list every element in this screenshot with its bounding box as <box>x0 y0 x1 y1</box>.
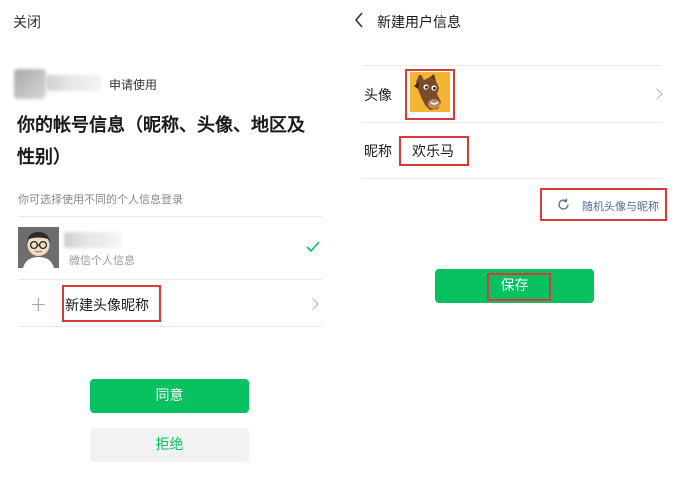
highlight-box <box>540 188 667 221</box>
page-title: 你的帐号信息（昵称、头像、地区及性别） <box>17 115 305 168</box>
profile-row[interactable] <box>18 227 59 268</box>
app-icon <box>14 69 46 99</box>
close-button[interactable]: 关闭 <box>13 12 41 32</box>
nickname-label: 昵称 <box>364 144 392 160</box>
nickname-blurred <box>64 232 122 248</box>
profile-caption: 微信个人信息 <box>69 254 135 267</box>
subtitle: 你可选择使用不同的个人信息登录 <box>18 193 183 206</box>
page-title: 新建用户信息 <box>377 15 461 31</box>
divider <box>362 178 662 179</box>
chevron-right-icon <box>307 298 319 310</box>
divider <box>18 216 322 217</box>
reject-button[interactable]: 拒绝 <box>90 428 249 462</box>
divider <box>18 279 322 280</box>
new-user-info-panel: 新建用户信息 头像 昵称 欢乐马 随机头像与昵称 保存 <box>341 0 682 484</box>
divider <box>18 326 322 327</box>
request-label: 申请使用 <box>109 78 158 92</box>
plus-icon: + <box>30 292 47 316</box>
avatar-label: 头像 <box>364 88 392 104</box>
authorization-panel: 关闭 申请使用 你的帐号信息（昵称、头像、地区及性别） 你可选择使用不同的个人信… <box>0 0 340 484</box>
highlight-box <box>62 285 161 322</box>
checkmark-icon <box>306 241 320 253</box>
chevron-right-icon <box>651 88 663 100</box>
highlight-box <box>487 273 551 301</box>
app-name-blurred <box>46 75 102 91</box>
highlight-box <box>405 69 455 120</box>
highlight-box <box>399 136 469 166</box>
back-chevron-icon[interactable] <box>354 12 364 28</box>
agree-button[interactable]: 同意 <box>90 379 249 413</box>
avatar <box>18 227 59 268</box>
